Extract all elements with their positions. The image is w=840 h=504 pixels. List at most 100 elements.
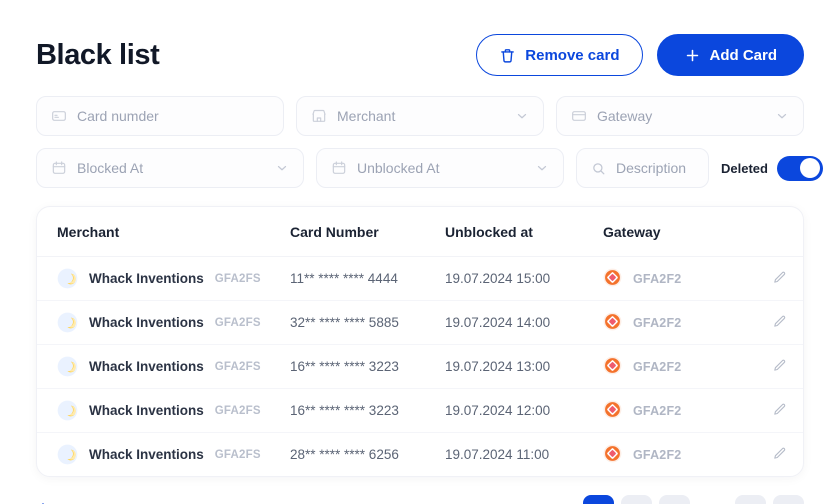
merchant-name: Whack Inventions: [89, 447, 204, 462]
cell-gateway: GFA2F2: [603, 256, 753, 301]
gateway-code: GFA2F2: [633, 403, 682, 418]
edit-row-button[interactable]: [772, 358, 787, 373]
gateway-code: GFA2F2: [633, 447, 682, 462]
merchant-code: GFA2FS: [214, 272, 261, 285]
store-icon: [311, 108, 327, 124]
remove-card-button[interactable]: Remove card: [476, 34, 643, 76]
unblocked-at-value[interactable]: Unblocked At: [357, 160, 525, 176]
column-header-unblocked-at: Unblocked at: [445, 207, 603, 257]
blocked-at-filter[interactable]: Blocked At: [36, 148, 304, 188]
remove-card-label: Remove card: [525, 46, 620, 64]
deleted-toggle[interactable]: [776, 155, 823, 181]
gateway-avatar-icon: [603, 312, 624, 333]
edit-row-button[interactable]: [772, 446, 787, 461]
pagination-page-13[interactable]: 13: [735, 495, 766, 504]
table-row[interactable]: Whack Inventions GFA2FS 16** **** **** 322…: [37, 344, 803, 389]
merchant-name: Whack Inventions: [89, 271, 204, 286]
description-input[interactable]: Description: [616, 160, 694, 176]
cell-merchant: Whack Inventions GFA2FS: [37, 388, 290, 433]
gateway-filter[interactable]: Gateway: [556, 96, 804, 136]
cell-unblocked-at: 19.07.2024 15:00: [445, 256, 603, 301]
blacklist-table-card: Merchant Card Number Unblocked at Gatewa…: [36, 206, 804, 477]
column-header-card-number: Card Number: [290, 207, 445, 257]
chevron-down-icon[interactable]: [535, 161, 549, 175]
page-header: Black list Remove card Add Card: [36, 0, 804, 96]
pagination-page-2[interactable]: 2: [621, 495, 652, 504]
cell-gateway: GFA2F2: [603, 300, 753, 345]
blacklist-table: Merchant Card Number Unblocked at Gatewa…: [37, 207, 803, 477]
cell-merchant: Whack Inventions GFA2FS: [37, 344, 290, 389]
filter-row-2: Blocked At Unblocked At Description Dele…: [36, 148, 823, 188]
cell-card-number: 28** **** **** 6256: [290, 447, 399, 462]
pagination-next-button[interactable]: ›: [773, 495, 804, 504]
merchant-name: Whack Inventions: [89, 359, 204, 374]
merchant-code: GFA2FS: [214, 316, 261, 329]
add-card-button[interactable]: Add Card: [656, 34, 804, 76]
card-number-filter[interactable]: Card numder: [36, 96, 284, 136]
merchant-avatar-icon: [57, 356, 78, 377]
gateway-code: GFA2F2: [633, 271, 682, 286]
page-title: Black list: [36, 38, 160, 71]
filter-row-1: Card numder Merchant Gateway: [36, 96, 804, 136]
calendar-icon: [331, 160, 347, 176]
cell-card-number: 11** **** **** 4444: [290, 256, 445, 301]
gateway-select-value[interactable]: Gateway: [597, 108, 765, 124]
merchant-filter[interactable]: Merchant: [296, 96, 544, 136]
cell-gateway: GFA2F2: [603, 388, 753, 433]
table-row[interactable]: Whack Inventions GFA2FS 16** **** **** 322…: [37, 388, 803, 433]
chevron-down-icon[interactable]: [515, 109, 529, 123]
gateway-code: GFA2F2: [633, 315, 682, 330]
table-header-row: Merchant Card Number Unblocked at Gatewa…: [37, 207, 803, 257]
table-row[interactable]: Whack Inventions GFA2FS 32** **** **** 588…: [37, 300, 803, 345]
cell-gateway: GFA2F2: [603, 344, 753, 389]
table-row[interactable]: Whack Inventions GFA2FS 28** **** **** 625…: [37, 433, 803, 477]
header-actions: Remove card Add Card: [476, 34, 804, 76]
merchant-avatar-icon: [57, 444, 78, 465]
cell-unblocked-at: 19.07.2024 11:00: [445, 447, 550, 462]
cell-actions: [753, 433, 803, 477]
blocked-at-value[interactable]: Blocked At: [77, 160, 265, 176]
gateway-avatar-icon: [603, 268, 624, 289]
card-number-input[interactable]: Card numder: [77, 108, 269, 124]
toggle-knob: [800, 158, 821, 178]
calendar-icon: [51, 160, 67, 176]
cell-merchant: Whack Inventions GFA2FS: [37, 300, 290, 345]
plus-icon: [684, 47, 701, 64]
blacklist-page: Black list Remove card Add Card Card num…: [0, 0, 840, 504]
edit-row-button[interactable]: [772, 314, 787, 329]
table-footer: Export: 5 123...13›: [36, 495, 804, 504]
merchant-name: Whack Inventions: [89, 403, 204, 418]
description-filter[interactable]: Description: [576, 148, 709, 188]
gateway-avatar-icon: [603, 400, 624, 421]
cell-merchant: Whack Inventions GFA2FS: [37, 256, 290, 301]
search-icon: [591, 161, 606, 176]
cell-unblocked-at: 19.07.2024 14:00: [445, 300, 603, 345]
trash-icon: [499, 47, 516, 64]
add-card-label: Add Card: [709, 46, 778, 64]
merchant-avatar-icon: [57, 268, 78, 289]
deleted-filter: Deleted: [721, 155, 823, 181]
column-header-actions: [753, 207, 803, 257]
edit-row-button[interactable]: [772, 402, 787, 417]
cell-actions: [753, 344, 803, 389]
chevron-down-icon[interactable]: [775, 109, 789, 123]
cell-actions: [753, 388, 803, 433]
table-head: Merchant Card Number Unblocked at Gatewa…: [37, 207, 803, 257]
edit-row-button[interactable]: [772, 270, 787, 285]
unblocked-at-filter[interactable]: Unblocked At: [316, 148, 564, 188]
pagination-page-3[interactable]: 3: [659, 495, 690, 504]
merchant-code: GFA2FS: [214, 404, 261, 417]
deleted-label: Deleted: [721, 160, 768, 176]
merchant-avatar-icon: [57, 400, 78, 421]
cell-actions: [753, 300, 803, 345]
cell-merchant: Whack Inventions GFA2FS: [37, 433, 290, 477]
merchant-select-value[interactable]: Merchant: [337, 108, 505, 124]
table-row[interactable]: Whack Inventions GFA2FS 11** **** **** 444…: [37, 256, 803, 301]
card-icon: [51, 108, 67, 124]
pagination-ellipsis: ...: [697, 495, 728, 504]
pagination: 123... 13 ›: [583, 495, 804, 504]
cell-unblocked-at: 19.07.2024 13:00: [445, 344, 603, 389]
gateway-avatar-icon: [603, 356, 624, 377]
chevron-down-icon[interactable]: [275, 161, 289, 175]
pagination-page-1[interactable]: 1: [583, 495, 614, 504]
